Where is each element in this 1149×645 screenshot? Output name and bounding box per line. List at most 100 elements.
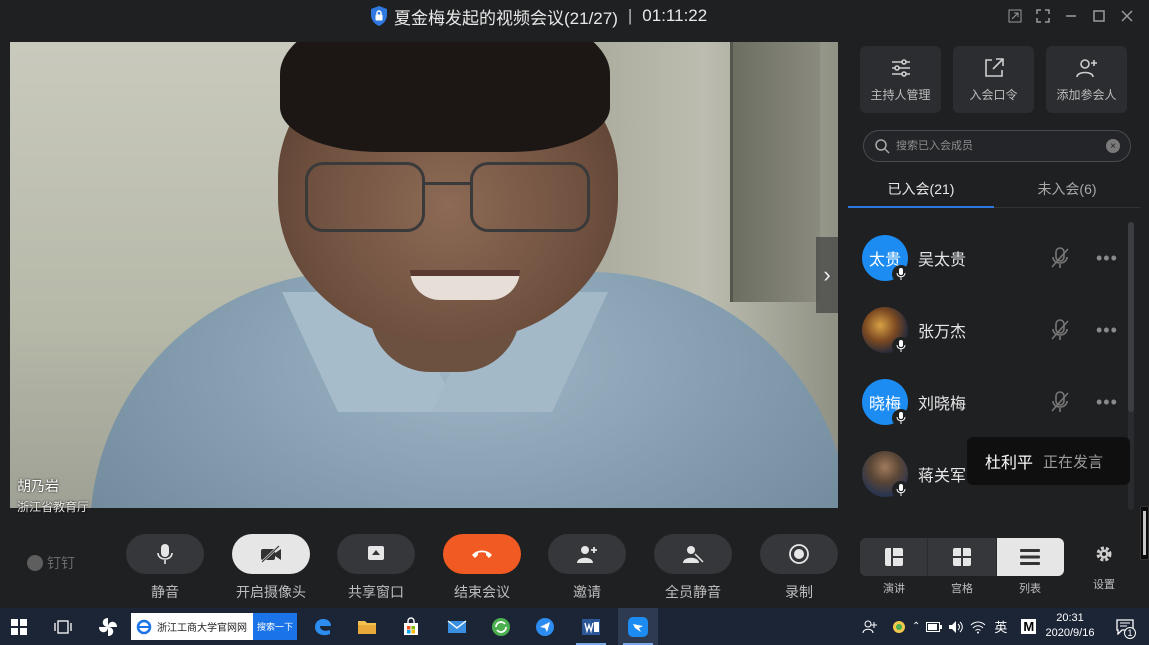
grid-view-label: 宫格 [951, 583, 973, 595]
more-options-icon[interactable]: ••• [1096, 320, 1118, 341]
gear-icon [1096, 546, 1112, 562]
camera-button[interactable]: 开启摄像头 [216, 534, 326, 602]
main-video[interactable] [10, 42, 838, 508]
taskbar-app-edge[interactable] [306, 608, 340, 645]
speaker-view-button[interactable] [860, 538, 929, 576]
share-window-button[interactable]: 共享窗口 [321, 534, 431, 602]
volume-icon[interactable] [948, 620, 964, 634]
taskbar-clock[interactable]: 20:31 2020/9/16 [1040, 611, 1100, 641]
taskbar-app-mail[interactable] [440, 608, 474, 645]
mini-window-icon[interactable] [1001, 6, 1029, 26]
invite-button[interactable]: 邀请 [532, 534, 642, 602]
member-search-input[interactable] [896, 140, 1106, 152]
record-icon [789, 544, 809, 564]
avatar: 太贵 [862, 235, 910, 283]
add-user-icon [1075, 59, 1097, 78]
folder-icon [358, 620, 376, 634]
mute-button[interactable]: 静音 [110, 534, 220, 602]
taskbar-search-box[interactable]: 浙江工商大学官网网 搜索一下 [131, 613, 297, 640]
list-layout-icon [1020, 549, 1041, 565]
list-item[interactable]: 太贵 吴太贵 ••• [848, 222, 1134, 294]
minimize-icon[interactable] [1057, 6, 1085, 26]
ime-language[interactable]: 英 [994, 617, 1007, 636]
grid-layout-icon [952, 548, 971, 566]
member-tabs: 已入会(21) 未入会(6) [848, 170, 1140, 208]
taskbar-app-pinwheel[interactable] [90, 608, 126, 645]
meeting-control-bar: 钉钉 静音 开启摄像头 共享窗口 结束会议 邀请 全员静音 录制 演讲 宫格 列… [0, 518, 1149, 608]
chevron-up-icon[interactable]: ⌃ [912, 621, 920, 632]
list-view-button[interactable] [996, 538, 1064, 576]
host-management-button[interactable]: 主持人管理 [860, 46, 941, 113]
taskbar-app-sync[interactable] [484, 608, 518, 645]
battery-icon[interactable] [926, 621, 943, 632]
hang-up-icon [472, 550, 492, 558]
task-view-icon [54, 619, 72, 634]
settings-button[interactable]: 设置 [1086, 544, 1122, 592]
more-options-icon[interactable]: ••• [1096, 392, 1118, 413]
system-tray: ⌃ 英 M [862, 608, 1037, 645]
task-view-button[interactable] [46, 608, 80, 645]
host-management-label: 主持人管理 [870, 88, 931, 102]
mic-badge-icon [892, 409, 910, 427]
list-item[interactable]: 晓梅 刘晓梅 ••• [848, 366, 1134, 438]
people-icon[interactable] [862, 619, 878, 635]
dingtalk-app-icon [628, 616, 648, 637]
notification-center-button[interactable]: 1 [1108, 608, 1142, 645]
record-button[interactable]: 录制 [744, 534, 854, 602]
member-name: 张万杰 [918, 324, 967, 341]
list-item[interactable]: 张万杰 ••• [848, 294, 1134, 366]
taskbar-search-button[interactable]: 搜索一下 [253, 613, 297, 640]
taskbar-app-dingtalk[interactable] [618, 608, 658, 645]
tab-not-joined[interactable]: 未入会(6) [994, 170, 1140, 207]
taskbar-search-text: 浙江工商大学官网网 [157, 623, 247, 634]
member-name: 吴太贵 [918, 252, 967, 269]
mic-muted-icon[interactable] [1048, 246, 1072, 270]
record-label: 录制 [785, 584, 813, 600]
taskbar-app-store[interactable] [394, 608, 428, 645]
search-icon [875, 139, 890, 154]
edge-browser-icon [315, 618, 331, 635]
close-icon[interactable] [1113, 6, 1141, 26]
fullscreen-icon[interactable] [1029, 6, 1057, 26]
add-participant-button[interactable]: 添加参会人 [1046, 46, 1127, 113]
paper-plane-icon [536, 617, 554, 636]
taskbar-app-send[interactable] [528, 608, 562, 645]
next-video-arrow[interactable]: › [816, 237, 838, 313]
invite-label: 邀请 [573, 584, 601, 600]
taskbar-app-explorer[interactable] [350, 608, 384, 645]
logo-text: 钉钉 [47, 555, 75, 571]
notification-count: 1 [1124, 627, 1136, 639]
avatar [862, 451, 910, 499]
ime-mode[interactable]: M [1021, 619, 1037, 634]
meeting-password-button[interactable]: 入会口令 [953, 46, 1034, 113]
sync-icon [492, 617, 510, 636]
sliders-icon [891, 59, 910, 77]
mic-badge-icon [892, 481, 910, 499]
avatar: 晓梅 [862, 379, 910, 427]
tray-app-icon[interactable] [892, 620, 906, 634]
tab-joined[interactable]: 已入会(21) [848, 170, 994, 208]
clear-search-icon[interactable]: × [1106, 139, 1120, 153]
invite-user-icon [577, 546, 597, 563]
windows-taskbar: 浙江工商大学官网网 搜索一下 ⌃ 英 M 20:31 2020/9/16 1 [0, 608, 1149, 645]
maximize-icon[interactable] [1085, 6, 1113, 26]
grid-view-button[interactable] [928, 538, 997, 576]
mute-all-button[interactable]: 全员静音 [638, 534, 748, 602]
mail-icon [447, 619, 467, 633]
start-button[interactable] [0, 608, 38, 645]
speaking-status: 正在发言 [1043, 453, 1104, 471]
more-options-icon[interactable]: ••• [1096, 248, 1118, 269]
meeting-password-label: 入会口令 [969, 88, 1018, 102]
clock-date: 2020/9/16 [1045, 627, 1095, 639]
mic-muted-icon[interactable] [1048, 390, 1072, 414]
mic-muted-icon[interactable] [1048, 318, 1072, 342]
store-bag-icon [404, 616, 418, 635]
wifi-icon[interactable] [970, 620, 986, 634]
share-out-icon [984, 58, 1004, 77]
taskbar-app-word[interactable] [572, 608, 610, 645]
chevron-right-icon: › [823, 262, 831, 287]
mute-all-icon [683, 546, 704, 564]
side-handle[interactable] [1140, 506, 1149, 560]
end-meeting-button[interactable]: 结束会议 [427, 534, 537, 602]
settings-label: 设置 [1093, 579, 1115, 591]
